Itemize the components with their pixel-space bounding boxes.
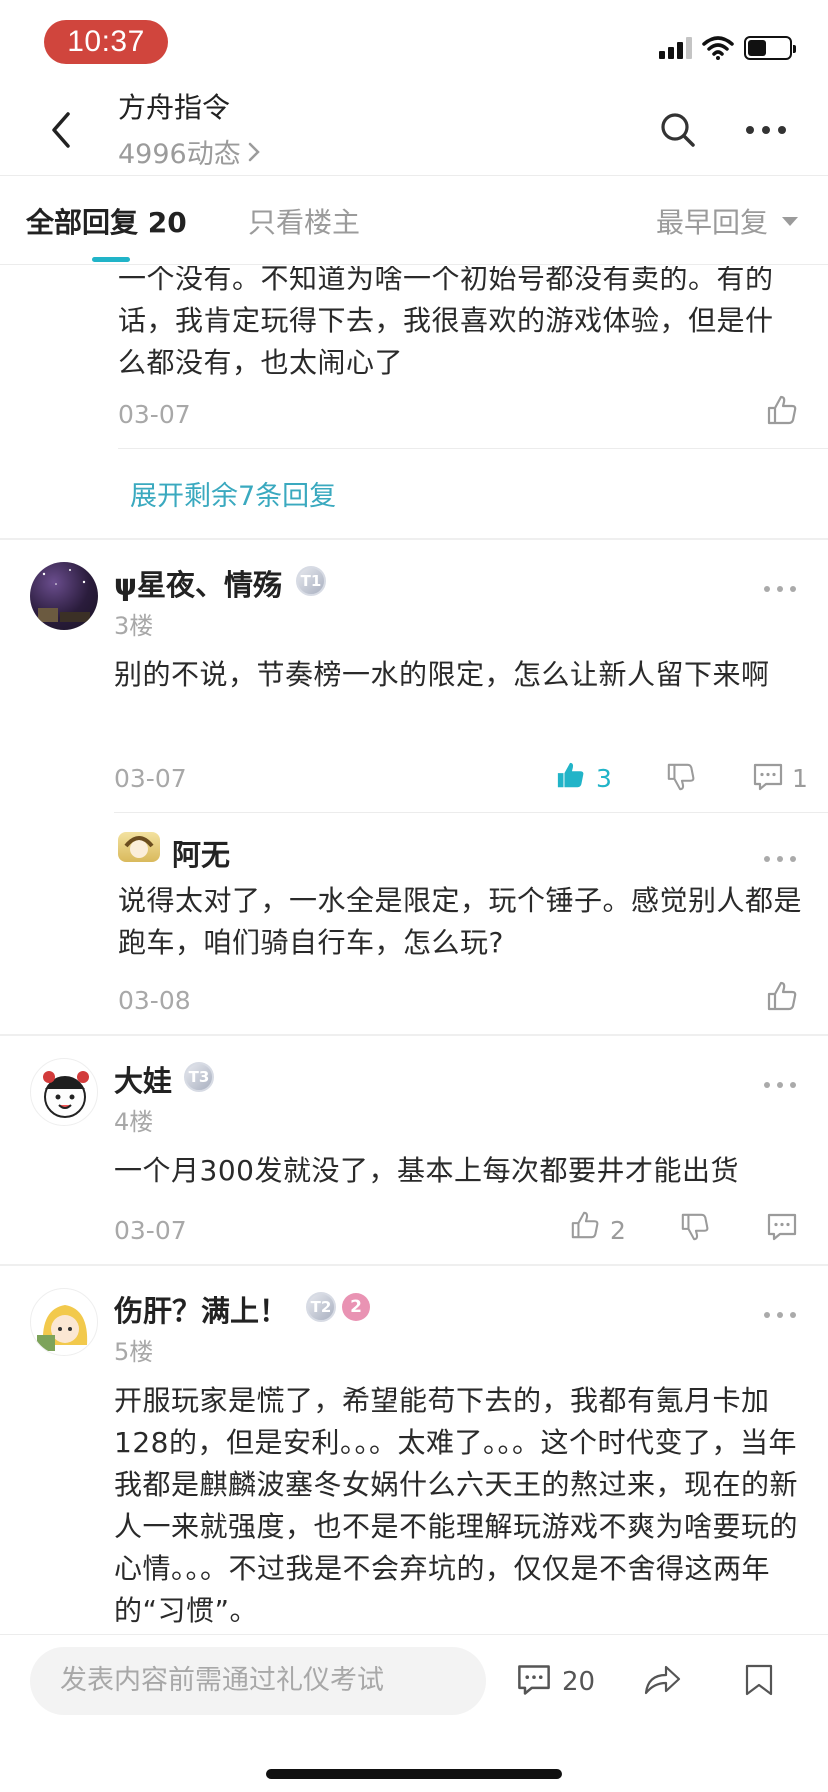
reply-count: 1 — [792, 764, 808, 793]
cellular-signal-icon — [659, 37, 692, 59]
level-badge: T1 — [296, 566, 326, 596]
like-count: 2 — [610, 1216, 626, 1245]
wifi-icon — [702, 36, 734, 60]
commenter-name[interactable]: 大娃 — [114, 1058, 172, 1100]
comment-icon[interactable] — [752, 762, 784, 792]
avatar[interactable] — [30, 1288, 98, 1356]
sort-label: 最早回复 — [655, 206, 768, 239]
section-divider — [0, 1264, 828, 1266]
more-options-icon[interactable] — [762, 584, 798, 594]
comment-icon[interactable] — [516, 1663, 552, 1697]
comment-text: 开服玩家是慌了，希望能苟下去的，我都有氪月卡加128的，但是安利。。。太难了。。… — [114, 1384, 799, 1627]
level-badge: T3 — [184, 1062, 214, 1092]
back-arrow-icon[interactable] — [44, 108, 80, 152]
status-time: 10:37 — [44, 20, 168, 64]
more-options-icon[interactable] — [762, 1310, 798, 1320]
reply-feed[interactable]: 一个没有。不知道为啥一个初始号都没有卖的。有的话，我肯定玩得下去，我很喜欢的游戏… — [0, 266, 828, 1634]
floor-number: 5楼 — [114, 1338, 154, 1366]
thumbs-down-icon[interactable] — [680, 1212, 710, 1242]
nav-header: 方舟指令 4996动态 — [0, 80, 828, 176]
reply-tabs: 全部回复 20 只看楼主 最早回复 — [0, 177, 828, 265]
level-2-badge: 2 — [342, 1293, 370, 1321]
comment-date: 03-07 — [114, 1216, 187, 1245]
comment-text: 别的不说，节奏榜一水的限定，怎么让新人留下来啊 — [114, 658, 770, 691]
divider — [118, 448, 828, 449]
battery-fill — [748, 40, 766, 56]
floor-number: 3楼 — [114, 612, 154, 640]
sub-reply-date: 03-08 — [118, 986, 191, 1015]
commenter-name[interactable]: ψ星夜、情殇 — [114, 562, 282, 604]
avatar[interactable] — [30, 562, 98, 630]
avatar-image — [124, 836, 154, 858]
avatar[interactable] — [118, 832, 160, 862]
thumbs-up-icon[interactable] — [766, 394, 798, 426]
avatar[interactable] — [30, 1058, 98, 1126]
bottom-bar: 发表内容前需通过礼仪考试 20 — [0, 1634, 828, 1792]
dynamics-link[interactable]: 4996动态 — [118, 132, 261, 171]
avatar-image — [43, 1071, 89, 1118]
comment-input[interactable]: 发表内容前需通过礼仪考试 — [30, 1647, 486, 1715]
comment-text: 一个月300发就没了，基本上每次都要井才能出货 — [114, 1154, 739, 1187]
thumbs-up-filled-icon[interactable] — [556, 760, 586, 790]
section-divider — [0, 1034, 828, 1036]
sub-reply-date: 03-07 — [118, 400, 191, 429]
active-tab-indicator — [92, 257, 130, 262]
divider — [114, 812, 828, 813]
floor-number: 4楼 — [114, 1108, 154, 1136]
share-icon[interactable] — [642, 1663, 682, 1697]
more-options-icon[interactable] — [740, 112, 792, 148]
comment-icon[interactable] — [766, 1212, 798, 1242]
tab-all-replies[interactable]: 全部回复 20 — [26, 201, 187, 241]
sub-reply-text: 说得太对了，一水全是限定，玩个锤子。感觉别人都是跑车，咱们骑自行车，怎么玩? — [118, 884, 803, 959]
thumbs-up-icon[interactable] — [570, 1210, 600, 1240]
thumbs-down-icon[interactable] — [666, 762, 696, 792]
battery-icon — [744, 36, 796, 60]
tab-owner-only[interactable]: 只看楼主 — [248, 201, 360, 241]
page-title: 方舟指令 — [118, 91, 231, 124]
thumbs-up-icon[interactable] — [766, 980, 798, 1012]
home-indicator — [266, 1769, 562, 1779]
avatar-image — [37, 1305, 88, 1351]
commenter-name[interactable]: 伤肝？满上！ — [114, 1288, 288, 1330]
chevron-right-icon — [248, 142, 260, 161]
more-options-icon[interactable] — [762, 854, 798, 864]
sort-dropdown[interactable]: 最早回复 — [656, 201, 798, 241]
system-icons — [659, 34, 796, 62]
caret-down-icon — [782, 216, 798, 226]
section-divider — [0, 538, 828, 540]
like-count: 3 — [596, 764, 612, 793]
status-bar: 10:37 — [0, 0, 828, 80]
more-options-icon[interactable] — [762, 1080, 798, 1090]
level-badge: T2 — [306, 1292, 336, 1322]
comment-count: 20 — [562, 1667, 596, 1697]
sub-reply-name[interactable]: 阿无 — [172, 832, 230, 874]
dynamics-count: 4996动态 — [118, 139, 241, 170]
expand-replies-link[interactable]: 展开剩余7条回复 — [130, 474, 336, 513]
bookmark-icon[interactable] — [744, 1663, 774, 1697]
comment-date: 03-07 — [114, 764, 187, 793]
avatar-image — [38, 569, 90, 622]
search-icon[interactable] — [656, 108, 700, 152]
sub-reply-text: 一个没有。不知道为啥一个初始号都没有卖的。有的话，我肯定玩得下去，我很喜欢的游戏… — [118, 266, 774, 379]
